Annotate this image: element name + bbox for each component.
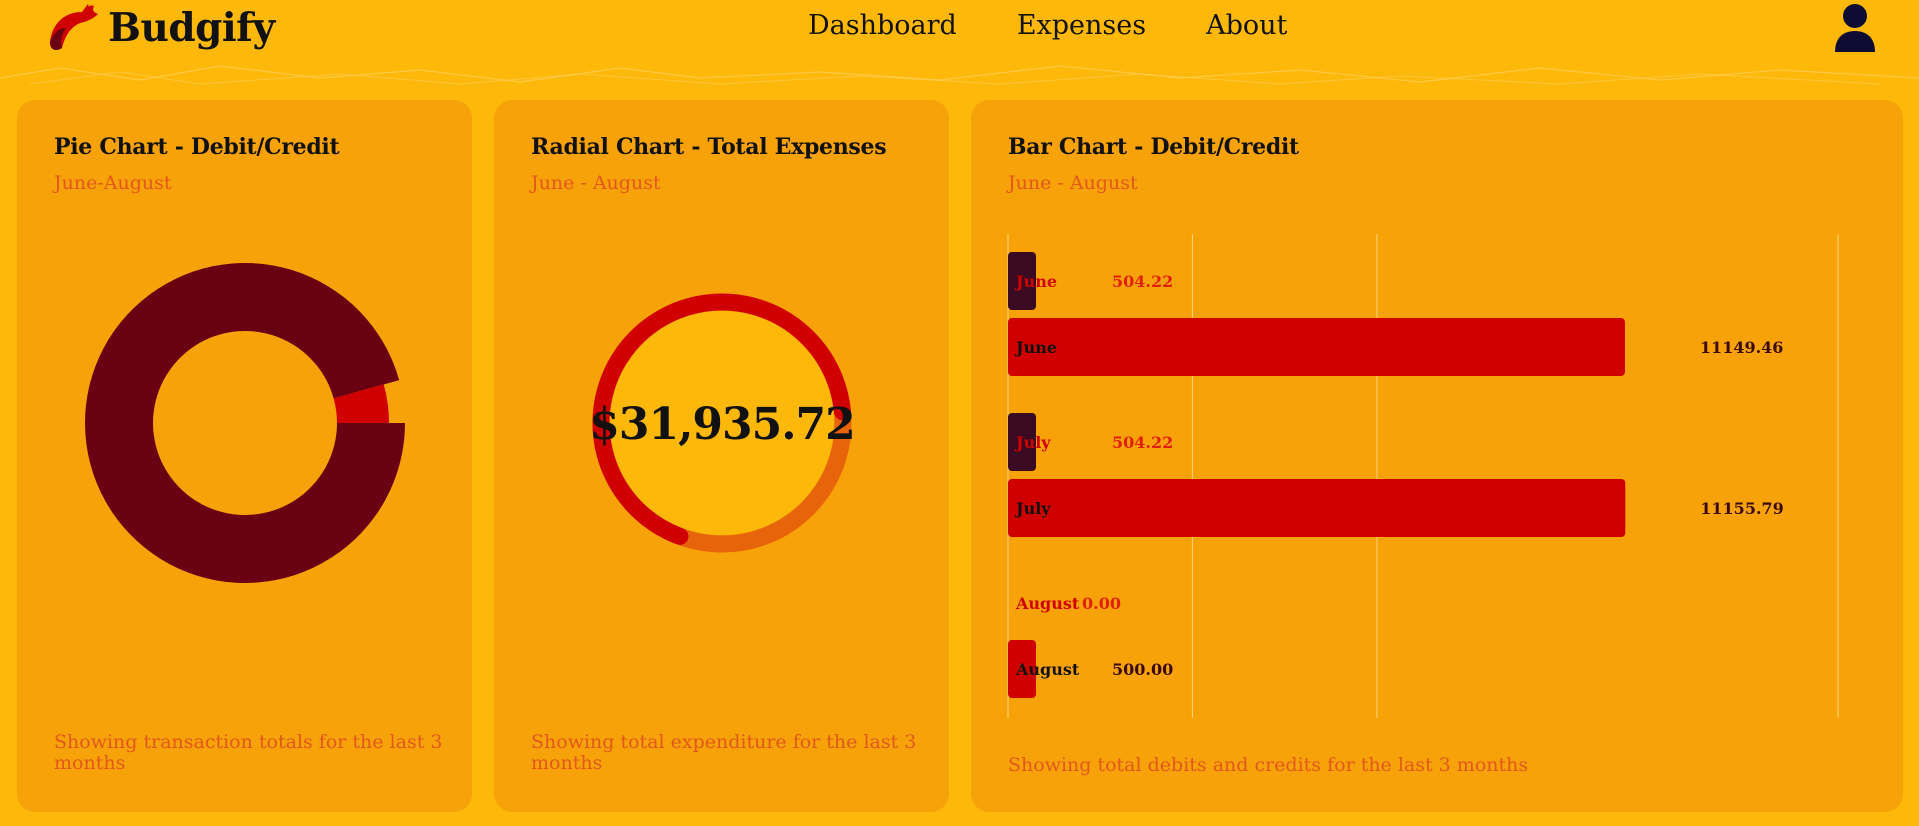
nav-dashboard[interactable]: Dashboard [808, 10, 957, 41]
nav-expenses[interactable]: Expenses [1017, 10, 1146, 41]
decorative-texture [0, 65, 1919, 85]
bar-value-label: 504.22 [1112, 272, 1173, 291]
radial-chart: $31,935.72 [589, 293, 856, 553]
brand-logo[interactable]: Budgify [44, 0, 275, 56]
donut-chart [85, 262, 405, 583]
user-icon [1835, 4, 1875, 52]
radial-chart-card: Radial Chart - Total Expenses June - Aug… [494, 100, 949, 812]
radial-total: $31,935.72 [589, 399, 855, 450]
bar-category-label: July [1014, 433, 1051, 452]
pie-slice-debit[interactable] [85, 262, 405, 583]
card-footer: Showing total expenditure for the last 3… [531, 731, 917, 774]
main-nav: Dashboard Expenses About [808, 10, 1347, 41]
pie-chart-card: Pie Chart - Debit/Credit June-August Sho… [17, 100, 472, 812]
nav-about[interactable]: About [1206, 10, 1287, 41]
bar-value-label: 500.00 [1112, 660, 1173, 679]
bar-july-debit[interactable] [1008, 479, 1626, 537]
bar-category-label: June [1014, 272, 1057, 291]
bar-value-label: 504.22 [1112, 433, 1173, 452]
card-subtitle: June - August [1008, 172, 1138, 194]
card-footer: Showing transaction totals for the last … [54, 731, 443, 774]
bar-value-label: 11155.79 [1700, 499, 1784, 518]
brand-name: Budgify [108, 5, 275, 51]
card-subtitle: June-August [54, 172, 172, 194]
card-subtitle: June - August [531, 172, 661, 194]
bar-value-label: 11149.46 [1700, 338, 1784, 357]
bar-chart-card: Bar Chart - Debit/Credit June - August J… [971, 100, 1903, 812]
card-title: Pie Chart - Debit/Credit [54, 134, 340, 160]
bar-value-label: 0.00 [1082, 594, 1121, 613]
user-profile-button[interactable] [1833, 2, 1877, 58]
top-navbar: Budgify Dashboard Expenses About [0, 0, 1919, 56]
bar-june-debit[interactable] [1008, 318, 1625, 376]
bar-category-label: July [1014, 499, 1051, 518]
card-footer: Showing total debits and credits for the… [1008, 754, 1529, 776]
bar-chart: June 504.22 June 11149.46 July 504.22 July 1115… [1007, 234, 1839, 718]
bar-category-label: August [1015, 660, 1080, 679]
bar-category-label: August [1015, 594, 1080, 613]
card-title: Bar Chart - Debit/Credit [1008, 134, 1299, 160]
card-title: Radial Chart - Total Expenses [531, 134, 887, 160]
fox-logo-icon [50, 4, 98, 50]
bar-category-label: June [1014, 338, 1057, 357]
